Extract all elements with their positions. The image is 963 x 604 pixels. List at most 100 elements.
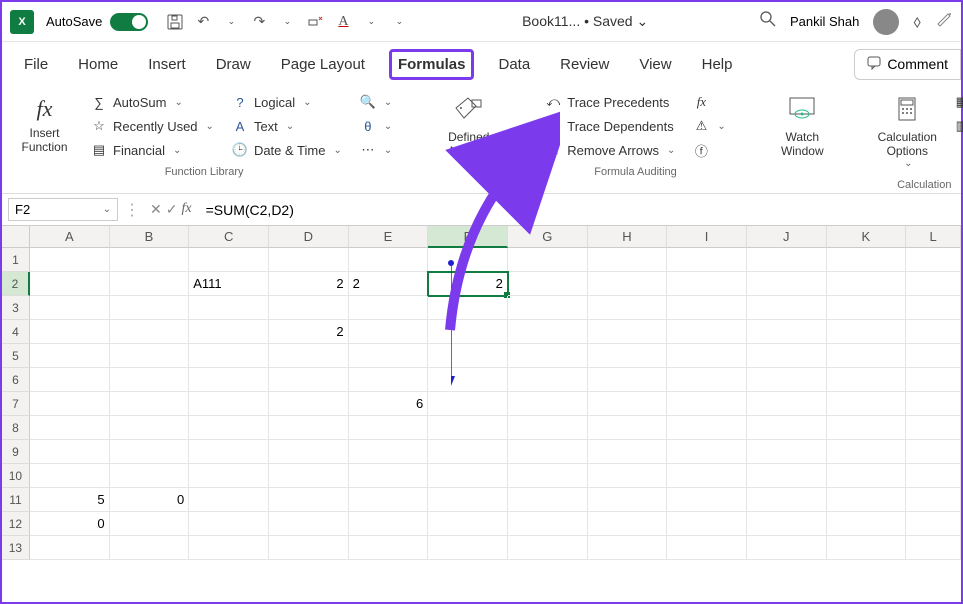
cell-I13[interactable] (667, 536, 747, 560)
cell-B7[interactable] (110, 392, 190, 416)
cell-E2[interactable]: 2 (349, 272, 429, 296)
cell-F11[interactable] (428, 488, 508, 512)
cell-E10[interactable] (349, 464, 429, 488)
tab-review[interactable]: Review (554, 52, 615, 77)
cell-J12[interactable] (747, 512, 827, 536)
cell-F10[interactable] (428, 464, 508, 488)
cell-K1[interactable] (827, 248, 907, 272)
cell-A4[interactable] (30, 320, 110, 344)
cell-L3[interactable] (906, 296, 961, 320)
cell-F12[interactable] (428, 512, 508, 536)
tab-data[interactable]: Data (492, 52, 536, 77)
cell-K6[interactable] (827, 368, 907, 392)
cell-D12[interactable] (269, 512, 349, 536)
cell-E13[interactable] (349, 536, 429, 560)
row-header-9[interactable]: 9 (2, 440, 30, 464)
cell-K10[interactable] (827, 464, 907, 488)
cell-A3[interactable] (30, 296, 110, 320)
cell-J5[interactable] (747, 344, 827, 368)
font-color-icon[interactable]: A (332, 11, 354, 33)
cell-F1[interactable] (428, 248, 508, 272)
cell-K4[interactable] (827, 320, 907, 344)
cell-A9[interactable] (30, 440, 110, 464)
fx-icon[interactable]: fx (181, 201, 191, 218)
cell-F3[interactable] (428, 296, 508, 320)
defined-names-button[interactable]: Defined Names ⌄ (436, 92, 501, 173)
cell-A11[interactable]: 5 (30, 488, 110, 512)
row-header-8[interactable]: 8 (2, 416, 30, 440)
cell-D6[interactable] (269, 368, 349, 392)
row-header-1[interactable]: 1 (2, 248, 30, 272)
cell-C3[interactable] (189, 296, 269, 320)
cancel-icon[interactable]: ✕ (150, 201, 162, 218)
math-button[interactable]: θ⌄ (356, 116, 396, 136)
cell-K8[interactable] (827, 416, 907, 440)
cell-H13[interactable] (588, 536, 668, 560)
cell-J9[interactable] (747, 440, 827, 464)
redo-dropdown-icon[interactable]: ⌄ (276, 11, 298, 33)
cell-F7[interactable] (428, 392, 508, 416)
cell-G10[interactable] (508, 464, 588, 488)
remove-arrows-button[interactable]: ⤫Remove Arrows⌄ (541, 140, 679, 160)
row-header-4[interactable]: 4 (2, 320, 30, 344)
cell-K13[interactable] (827, 536, 907, 560)
row-header-13[interactable]: 13 (2, 536, 30, 560)
cell-I8[interactable] (667, 416, 747, 440)
cell-I2[interactable] (667, 272, 747, 296)
cell-L5[interactable] (906, 344, 961, 368)
cell-G13[interactable] (508, 536, 588, 560)
col-header-L[interactable]: L (906, 226, 961, 248)
cell-F4[interactable] (428, 320, 508, 344)
cell-C11[interactable] (189, 488, 269, 512)
row-header-2[interactable]: 2 (2, 272, 30, 296)
recently-used-button[interactable]: ☆Recently Used⌄ (87, 116, 218, 136)
cell-B4[interactable] (110, 320, 190, 344)
col-header-C[interactable]: C (189, 226, 269, 248)
text-button[interactable]: AText⌄ (228, 116, 346, 136)
cell-L12[interactable] (906, 512, 961, 536)
cell-D7[interactable] (269, 392, 349, 416)
row-header-6[interactable]: 6 (2, 368, 30, 392)
qat-overflow-icon[interactable]: ⌄ (388, 11, 410, 33)
cell-E9[interactable] (349, 440, 429, 464)
trace-precedents-button[interactable]: ⤺Trace Precedents (541, 92, 679, 112)
cell-L9[interactable] (906, 440, 961, 464)
col-header-K[interactable]: K (827, 226, 907, 248)
cell-H12[interactable] (588, 512, 668, 536)
cell-B1[interactable] (110, 248, 190, 272)
cell-H11[interactable] (588, 488, 668, 512)
calculation-options-button[interactable]: Calculation Options ⌄ (875, 92, 940, 173)
cell-E12[interactable] (349, 512, 429, 536)
cell-K5[interactable] (827, 344, 907, 368)
cell-L4[interactable] (906, 320, 961, 344)
cell-I3[interactable] (667, 296, 747, 320)
tab-formulas[interactable]: Formulas (389, 49, 475, 80)
formula-input[interactable] (202, 198, 955, 222)
cell-D2[interactable]: 2 (269, 272, 349, 296)
cell-H4[interactable] (588, 320, 668, 344)
cell-G12[interactable] (508, 512, 588, 536)
cell-K9[interactable] (827, 440, 907, 464)
cell-H7[interactable] (588, 392, 668, 416)
cell-B8[interactable] (110, 416, 190, 440)
cell-J3[interactable] (747, 296, 827, 320)
save-icon[interactable] (164, 11, 186, 33)
row-header-10[interactable]: 10 (2, 464, 30, 488)
col-header-A[interactable]: A (30, 226, 110, 248)
trace-dependents-button[interactable]: ⤻Trace Dependents (541, 116, 679, 136)
row-header-11[interactable]: 11 (2, 488, 30, 512)
cell-L11[interactable] (906, 488, 961, 512)
cell-A13[interactable] (30, 536, 110, 560)
cell-J13[interactable] (747, 536, 827, 560)
tab-file[interactable]: File (18, 52, 54, 77)
autosum-button[interactable]: ∑AutoSum⌄ (87, 92, 218, 112)
cell-I12[interactable] (667, 512, 747, 536)
cell-B10[interactable] (110, 464, 190, 488)
search-icon[interactable] (760, 11, 776, 32)
cell-J4[interactable] (747, 320, 827, 344)
saved-dropdown-icon[interactable]: ⌄ (637, 13, 649, 29)
cell-F5[interactable] (428, 344, 508, 368)
evaluate-formula-button[interactable]: ⓕ (689, 140, 729, 160)
cell-B9[interactable] (110, 440, 190, 464)
cell-G7[interactable] (508, 392, 588, 416)
